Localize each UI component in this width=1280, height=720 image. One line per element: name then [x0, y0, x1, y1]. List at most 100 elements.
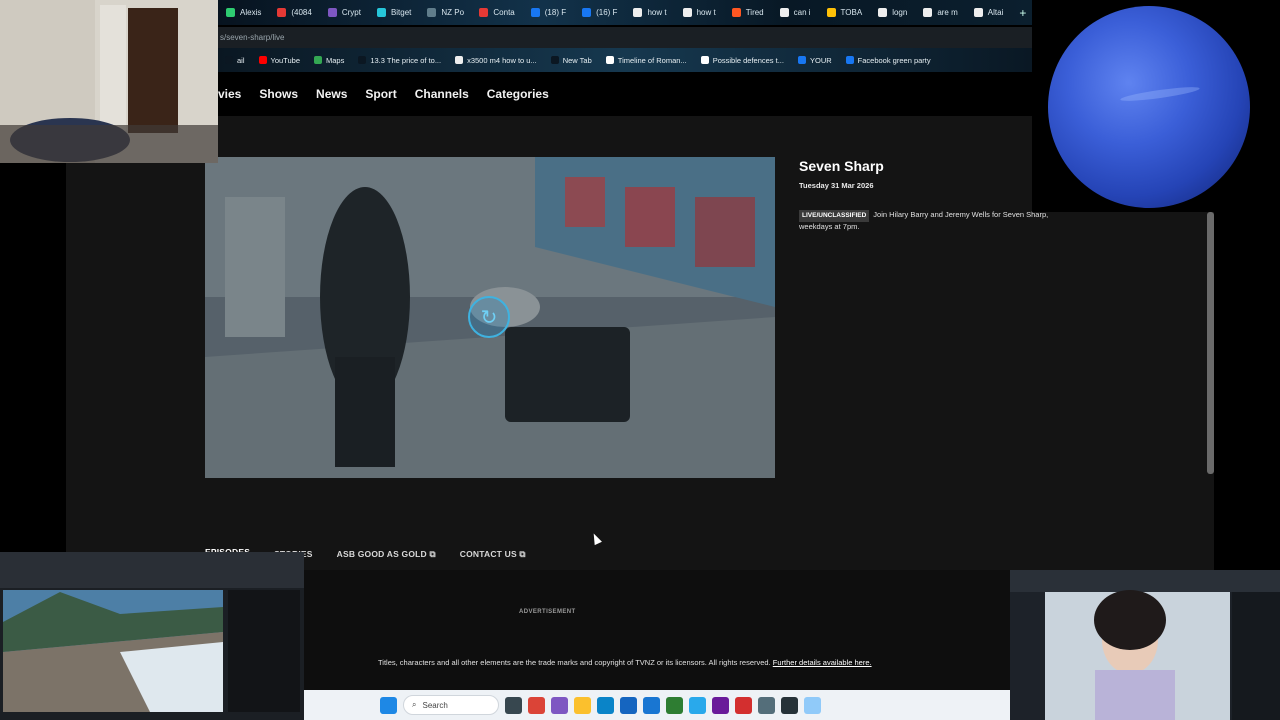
- bookmark-label: New Tab: [562, 55, 592, 65]
- browser-tab[interactable]: Tired: [724, 0, 772, 25]
- taskbar-task-view-icon[interactable]: [505, 696, 522, 714]
- classification-badge: LIVE/UNCLASSIFIED: [799, 210, 870, 222]
- nav-link[interactable]: Shows: [259, 87, 298, 101]
- bookmark-label: Facebook green party: [857, 55, 931, 65]
- bookmark-label: Timeline of Roman...: [617, 55, 687, 65]
- taskbar-photos-icon[interactable]: [551, 696, 568, 714]
- page-footer: [304, 570, 1010, 690]
- copyright-text: Titles, characters and all other element…: [378, 658, 771, 667]
- screen: Alexis (4084 Crypt Bitget NZ Po Conta (18) F (1…: [0, 0, 1280, 720]
- taskbar-app-purple-icon[interactable]: [712, 696, 729, 714]
- address-bar[interactable]: s/seven-sharp/live: [218, 27, 1032, 48]
- tab-favicon-icon: [479, 8, 489, 17]
- tab-favicon-icon: [826, 8, 836, 17]
- bookmark-favicon-icon: [550, 56, 559, 64]
- browser-tab[interactable]: Crypt: [320, 0, 369, 25]
- taskbar-mail-icon[interactable]: [620, 696, 637, 714]
- taskbar-files-icon[interactable]: [574, 696, 591, 714]
- nav-link[interactable]: Categories: [487, 87, 549, 101]
- bookmark-label: YOUR: [809, 55, 832, 65]
- loading-spinner-icon: ↻: [468, 296, 510, 338]
- tab-favicon-icon: [682, 8, 692, 17]
- bookmark-item[interactable]: ail: [218, 56, 252, 65]
- tab-favicon-icon: [582, 8, 592, 17]
- taskbar-store-icon[interactable]: [643, 696, 660, 714]
- browser-tab[interactable]: (4084: [269, 0, 319, 25]
- nav-link[interactable]: Channels: [415, 87, 469, 101]
- bookmark-item[interactable]: YouTube: [252, 56, 307, 65]
- browser-tab[interactable]: Bitget: [369, 0, 419, 25]
- taskbar-telegram-icon[interactable]: [689, 696, 706, 714]
- bookmark-item[interactable]: New Tab: [544, 56, 599, 65]
- browser-tab[interactable]: are m: [915, 0, 965, 25]
- browser-tab[interactable]: NZ Po: [419, 0, 471, 25]
- bookmark-favicon-icon: [455, 56, 464, 64]
- nav-link[interactable]: News: [316, 87, 347, 101]
- tab-favicon-icon: [973, 8, 983, 17]
- browser-tab[interactable]: Conta: [471, 0, 522, 25]
- tab-favicon-icon: [427, 8, 437, 17]
- browser-tab[interactable]: (18) F: [523, 0, 574, 25]
- browser-tab[interactable]: can i: [772, 0, 819, 25]
- search-icon: ⌕: [412, 700, 417, 709]
- new-tab-button[interactable]: +: [1019, 6, 1026, 20]
- tab-label: Crypt: [341, 8, 361, 17]
- tab-favicon-icon: [376, 8, 386, 17]
- browser-tab-bar: Alexis (4084 Crypt Bitget NZ Po Conta (18) F (1…: [218, 0, 1032, 25]
- browser-tab[interactable]: logn: [870, 0, 915, 25]
- browser-tab[interactable]: Alexis: [218, 0, 269, 25]
- tab-label: Tired: [745, 8, 764, 17]
- browser-tab[interactable]: TOBA: [819, 0, 871, 25]
- taskbar-app-dark-icon[interactable]: [781, 696, 798, 714]
- further-details-link[interactable]: Further details available here.: [773, 658, 872, 667]
- taskbar-settings-icon[interactable]: [758, 696, 775, 714]
- stream-preview-left: [0, 552, 304, 720]
- tab-label: TOBA: [840, 8, 863, 17]
- search-placeholder: Search: [422, 700, 448, 710]
- browser-tab[interactable]: Altai: [966, 0, 1012, 25]
- page-scrollbar[interactable]: [1207, 212, 1214, 474]
- tab-label: (18) F: [544, 8, 567, 17]
- tab-label: how t: [647, 8, 667, 17]
- bookmark-favicon-icon: [605, 56, 614, 64]
- stream-preview-right-frame: [1010, 570, 1280, 720]
- browser-tab[interactable]: how t: [675, 0, 724, 25]
- bookmark-item[interactable]: x3500 m4 how to u...: [448, 56, 544, 65]
- webcam-overlay: [0, 0, 218, 163]
- tab-label: (16) F: [596, 8, 618, 17]
- taskbar-start-icon[interactable]: [380, 696, 397, 714]
- taskbar-app-red-icon[interactable]: [735, 696, 752, 714]
- bookmark-item[interactable]: Possible defences t...: [694, 56, 791, 65]
- taskbar-search-box[interactable]: ⌕ Search: [403, 695, 499, 715]
- nav-link[interactable]: vies: [218, 87, 241, 101]
- browser-tab[interactable]: how t: [625, 0, 674, 25]
- tab-label: Alexis: [240, 8, 262, 17]
- tab-contact-us[interactable]: CONTACT US ⧉: [460, 549, 526, 560]
- browser-tab[interactable]: (16) F: [574, 0, 625, 25]
- tab-contact-us-label: CONTACT US: [459, 548, 517, 559]
- bookmark-item[interactable]: Timeline of Roman...: [599, 56, 694, 65]
- show-title: Seven Sharp: [799, 158, 884, 174]
- bookmark-label: ail: [237, 55, 245, 65]
- tab-favicon-icon: [277, 8, 287, 17]
- taskbar-app-green-icon[interactable]: [666, 696, 683, 714]
- tab-label: are m: [937, 8, 958, 17]
- external-link-icon: ⧉: [519, 548, 526, 559]
- stream-preview-right: [1010, 570, 1280, 720]
- tab-favicon-icon: [779, 8, 789, 17]
- bookmark-favicon-icon: [845, 56, 854, 64]
- bookmark-label: Maps: [326, 55, 345, 65]
- bookmark-item[interactable]: YOUR: [791, 56, 839, 65]
- bookmark-item[interactable]: Facebook green party: [839, 56, 938, 65]
- external-link-icon: ⧉: [429, 548, 436, 559]
- tab-asb-good-as-gold[interactable]: ASB GOOD AS GOLD ⧉: [337, 549, 436, 560]
- bookmark-favicon-icon: [314, 56, 322, 64]
- bookmark-item[interactable]: Maps: [307, 56, 351, 65]
- bookmark-item[interactable]: 13.3 The price of to...: [351, 56, 448, 65]
- taskbar-chrome-icon[interactable]: [528, 696, 545, 714]
- stream-preview-left-frame: [0, 552, 304, 720]
- tab-label: Bitget: [390, 8, 412, 17]
- nav-link[interactable]: Sport: [365, 87, 396, 101]
- taskbar-app-light-icon[interactable]: [804, 696, 821, 714]
- taskbar-edge-icon[interactable]: [597, 696, 614, 714]
